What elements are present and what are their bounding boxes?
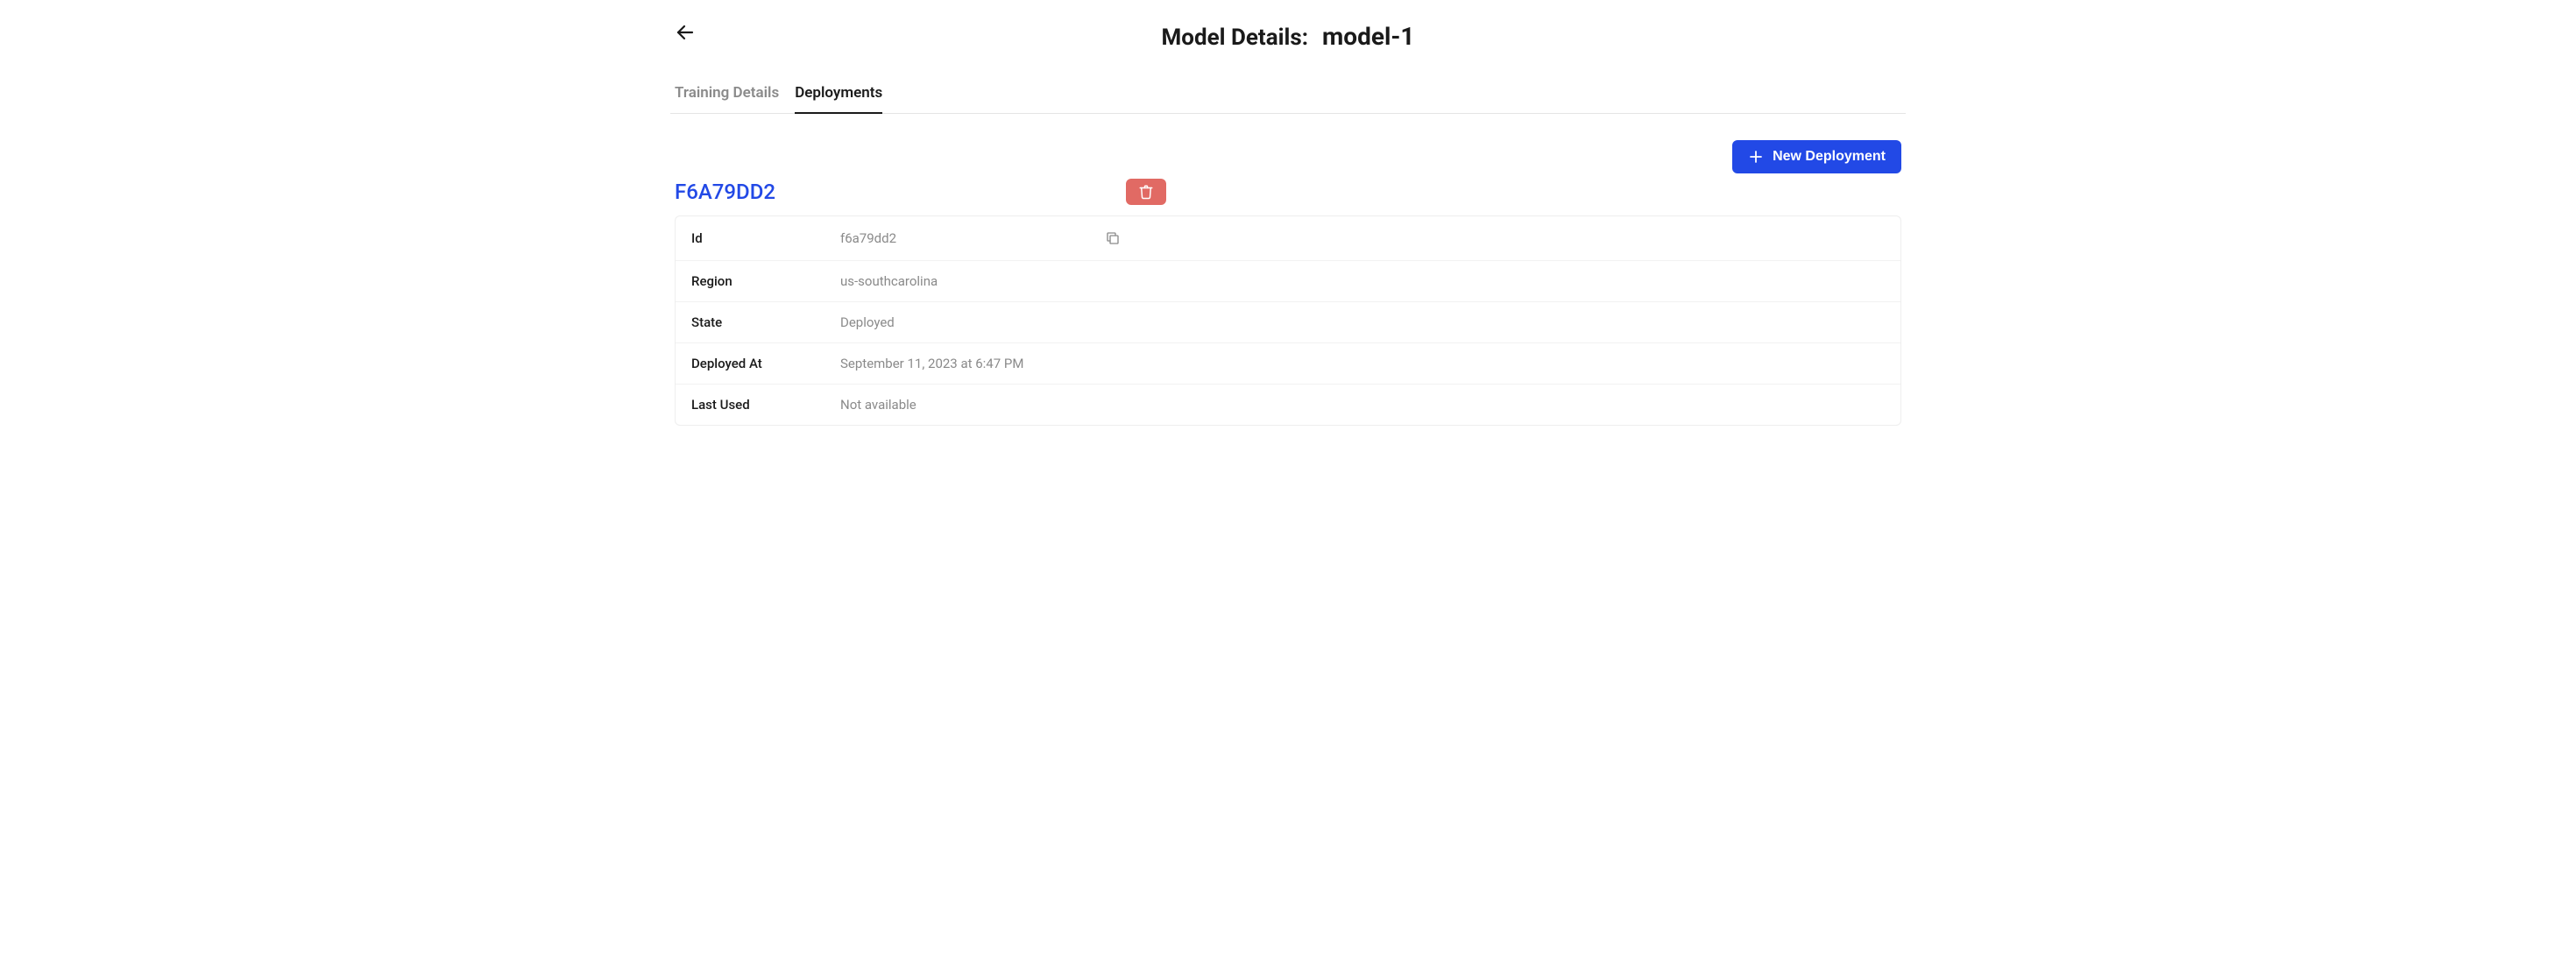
details-label: Region xyxy=(691,273,840,289)
deployment-header: F6A79DD2 xyxy=(675,179,1901,205)
delete-deployment-button[interactable] xyxy=(1126,179,1166,205)
details-row-deployed-at: Deployed At September 11, 2023 at 6:47 P… xyxy=(676,343,1900,385)
details-row-last-used: Last Used Not available xyxy=(676,385,1900,425)
details-row-region: Region us-southcarolina xyxy=(676,261,1900,302)
tab-training-details[interactable]: Training Details xyxy=(675,77,779,114)
details-row-state: State Deployed xyxy=(676,302,1900,343)
details-value: us-southcarolina xyxy=(840,273,1103,289)
details-row-id: Id f6a79dd2 xyxy=(676,216,1900,261)
deployment-id-link[interactable]: F6A79DD2 xyxy=(675,180,1126,204)
page-header: Model Details: model-1 xyxy=(670,18,1906,51)
details-value: Deployed xyxy=(840,314,1103,330)
details-label: Last Used xyxy=(691,397,840,413)
tabs: Training Details Deployments xyxy=(670,77,1906,114)
deployment-details-table: Id f6a79dd2 Region us-southcarolina Stat… xyxy=(675,215,1901,426)
details-value: September 11, 2023 at 6:47 PM xyxy=(840,356,1103,371)
new-deployment-button[interactable]: New Deployment xyxy=(1732,140,1901,173)
details-value: Not available xyxy=(840,397,1103,413)
back-button[interactable] xyxy=(675,22,696,43)
trash-icon xyxy=(1138,184,1154,200)
details-label: Id xyxy=(691,230,840,246)
tab-deployments[interactable]: Deployments xyxy=(795,77,882,114)
plus-icon xyxy=(1748,149,1764,165)
details-label: Deployed At xyxy=(691,356,840,371)
model-name: model-1 xyxy=(1322,22,1414,51)
new-deployment-label: New Deployment xyxy=(1773,149,1886,165)
copy-icon xyxy=(1105,230,1121,246)
page-title-label: Model Details: xyxy=(1162,25,1309,51)
back-arrow-icon xyxy=(675,22,696,43)
toolbar: New Deployment xyxy=(675,140,1901,173)
copy-id-button[interactable] xyxy=(1103,229,1122,248)
details-label: State xyxy=(691,314,840,330)
details-value: f6a79dd2 xyxy=(840,230,1103,246)
